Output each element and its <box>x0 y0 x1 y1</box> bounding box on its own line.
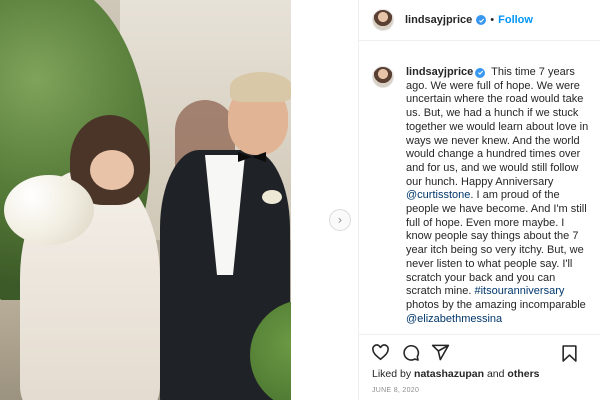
avatar[interactable] <box>372 9 394 31</box>
next-photo-button[interactable]: › <box>329 209 351 231</box>
follow-button[interactable]: Follow <box>498 14 533 26</box>
caption-text: lindsayjprice This time 7 years ago. We … <box>406 66 593 334</box>
caption-username[interactable]: lindsayjprice <box>406 66 473 78</box>
caption-credit: photos by the amazing incomparable <box>406 298 586 311</box>
hashtag-link[interactable]: #itsouranniversary <box>474 285 564 297</box>
photo-groom-hair <box>230 72 292 102</box>
bookmark-icon <box>561 344 577 362</box>
action-bar <box>359 334 600 370</box>
header-username[interactable]: lindsayjprice <box>405 14 472 26</box>
paper-plane-icon <box>431 344 449 361</box>
likes-user[interactable]: natashazupan <box>414 368 484 380</box>
share-button[interactable] <box>430 343 450 363</box>
photo-bouquet <box>4 175 94 245</box>
verified-badge-icon <box>475 67 486 78</box>
post-side-panel: lindsayjprice • Follow lindsayjprice Thi… <box>358 0 600 400</box>
photo-bride-face <box>90 150 134 190</box>
caption: lindsayjprice This time 7 years ago. We … <box>359 52 600 334</box>
heart-icon <box>371 344 389 361</box>
like-button[interactable] <box>370 343 390 363</box>
save-button[interactable] <box>559 343 579 363</box>
photo-boutonniere <box>262 190 282 204</box>
caption-middle: . I am proud of the people we have becom… <box>406 189 587 298</box>
caption-intro: This time 7 years ago. We were full of h… <box>406 66 589 188</box>
verified-badge-icon <box>476 15 487 25</box>
comment-icon <box>402 344 419 361</box>
chevron-right-icon: › <box>337 213 343 227</box>
photo-gutter <box>291 0 355 400</box>
likes-summary: Liked by natashazupan and others <box>372 368 540 380</box>
header-separator: • <box>490 14 495 26</box>
mention-link-photographer[interactable]: @elizabethmessina <box>406 313 502 325</box>
mention-link[interactable]: @curtisstone <box>406 189 470 201</box>
post-header: lindsayjprice • Follow <box>359 0 600 41</box>
post-date[interactable]: JUNE 8, 2020 <box>372 387 419 394</box>
comment-button[interactable] <box>400 343 420 363</box>
likes-conjunction: and <box>486 368 505 380</box>
likes-others[interactable]: others <box>507 368 539 380</box>
caption-avatar[interactable] <box>372 66 394 88</box>
likes-prefix: Liked by <box>372 368 412 380</box>
